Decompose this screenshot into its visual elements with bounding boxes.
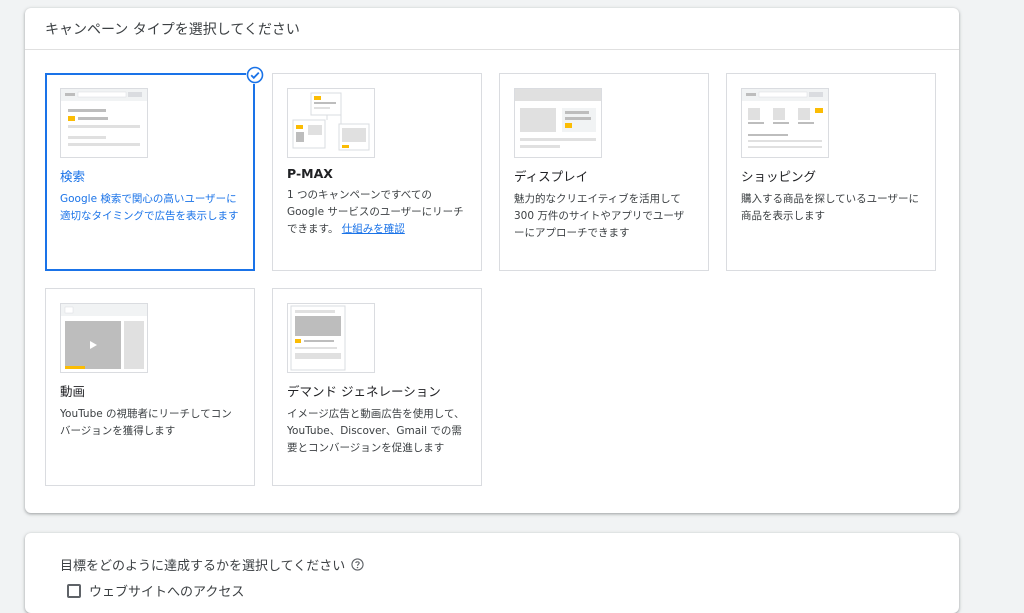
card-title: 検索 xyxy=(60,169,86,184)
demand-gen-thumbnail-icon xyxy=(287,303,375,373)
campaign-type-demand-gen[interactable]: デマンド ジェネレーション イメージ広告と動画広告を使用して、YouTube、D… xyxy=(272,288,482,486)
shopping-thumbnail-icon xyxy=(741,88,829,158)
campaign-type-display[interactable]: ディスプレイ 魅力的なクリエイティブを活用して 300 万件のサイトやアプリでユ… xyxy=(499,73,709,271)
campaign-type-search[interactable]: 検索 Google 検索で関心の高いユーザーに適切なタイミングで広告を表示します xyxy=(45,66,264,271)
card-title: 動画 xyxy=(60,384,86,399)
card-title: デマンド ジェネレーション xyxy=(287,384,441,399)
panel-title: キャンペーン タイプを選択してください xyxy=(25,8,959,50)
help-icon[interactable] xyxy=(351,558,364,571)
video-thumbnail-icon xyxy=(60,303,148,373)
learn-how-link[interactable]: 仕組みを確認 xyxy=(342,223,405,235)
pmax-thumbnail-icon xyxy=(287,88,375,158)
campaign-type-video[interactable]: 動画 YouTube の視聴者にリーチしてコンバージョンを獲得します xyxy=(45,288,255,486)
card-title: ショッピング xyxy=(741,169,817,184)
search-thumbnail-icon xyxy=(60,88,148,158)
display-thumbnail-icon xyxy=(514,88,602,158)
card-description: イメージ広告と動画広告を使用して、YouTube、Discover、Gmail … xyxy=(287,408,465,454)
campaign-type-panel: キャンペーン タイプを選択してください 検索 Google 検索で関心の高いユー… xyxy=(25,8,959,513)
check-circle-icon xyxy=(246,66,264,84)
card-description: Google 検索で関心の高いユーザーに適切なタイミングで広告を表示します xyxy=(60,193,239,222)
card-description: 購入する商品を探しているユーザーに商品を表示します xyxy=(741,193,919,222)
campaign-type-pmax[interactable]: P-MAX 1 つのキャンペーンですべての Google サービスのユーザーにリ… xyxy=(272,73,482,271)
card-description: 魅力的なクリエイティブを活用して 300 万件のサイトやアプリでユーザーにアプロ… xyxy=(514,193,685,239)
card-title: ディスプレイ xyxy=(514,169,589,184)
card-description: 1 つのキャンペーンですべての Google サービスのユーザーにリーチできます… xyxy=(287,187,467,238)
card-description: YouTube の視聴者にリーチしてコンバージョンを獲得します xyxy=(60,408,232,437)
campaign-type-shopping[interactable]: ショッピング 購入する商品を探しているユーザーに商品を表示します xyxy=(726,73,936,271)
goal-prompt: 目標をどのように達成するかを選択してください xyxy=(60,555,364,574)
card-title: P-MAX xyxy=(287,166,333,181)
goal-prompt-text: 目標をどのように達成するかを選択してください xyxy=(60,559,346,574)
goal-panel: 目標をどのように達成するかを選択してください ウェブサイトへのアクセス xyxy=(25,533,959,613)
